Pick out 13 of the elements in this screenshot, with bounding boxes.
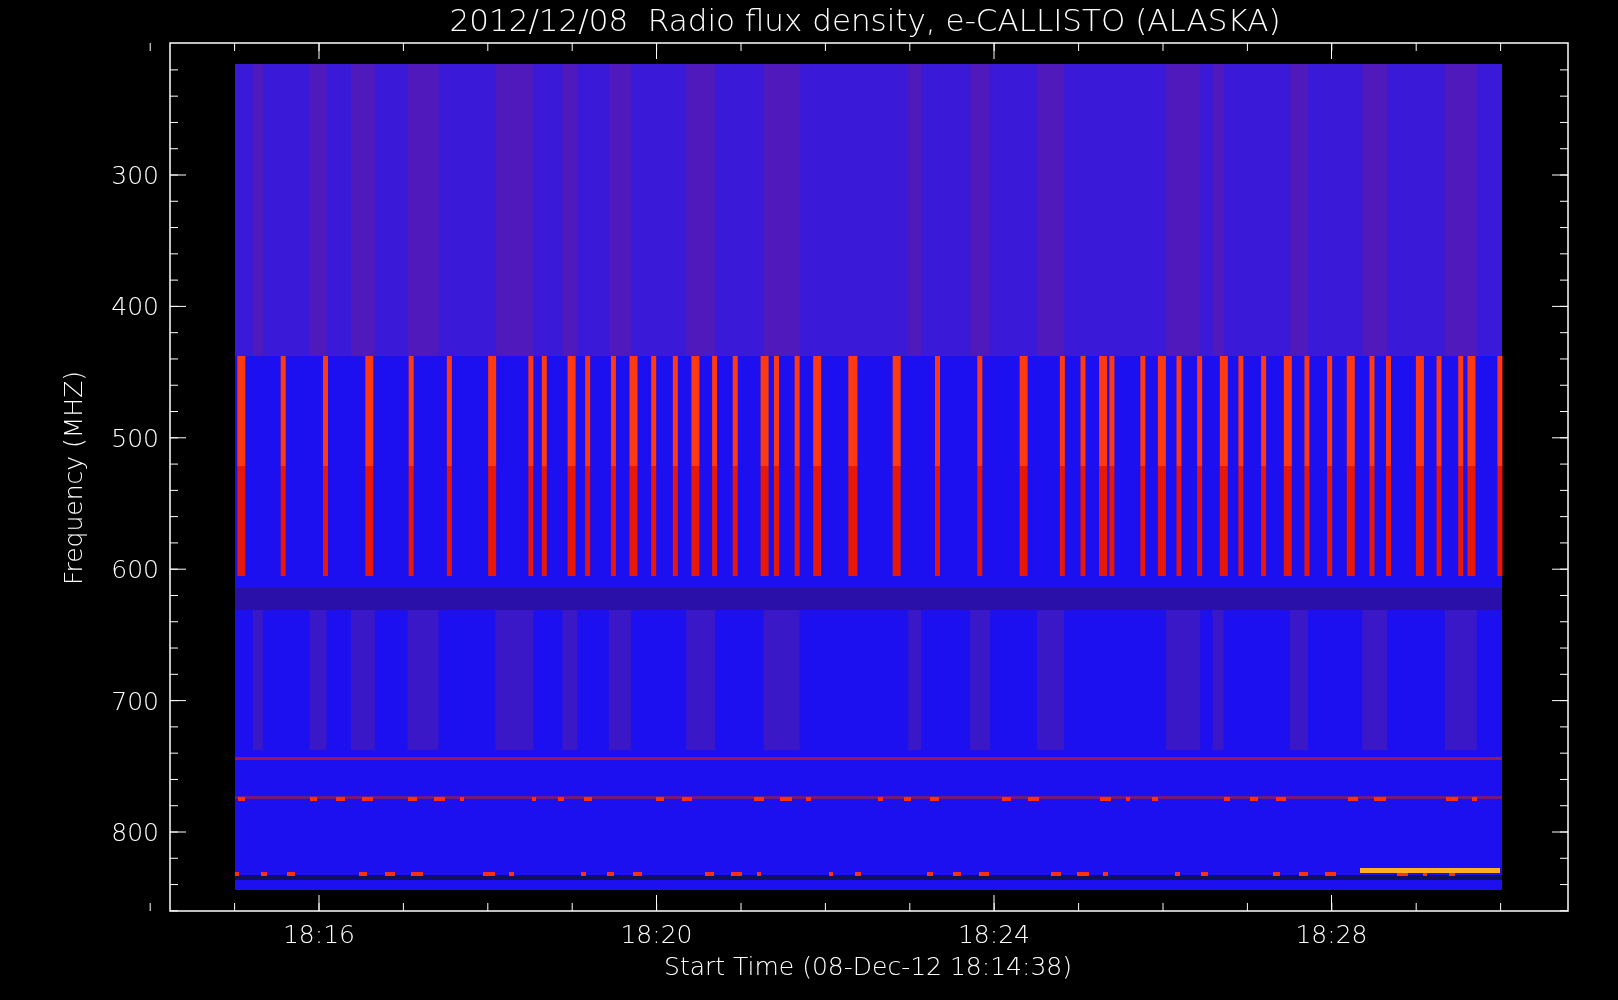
y-tick-label: 400 bbox=[111, 292, 159, 322]
x-tick-label: 18:20 bbox=[620, 920, 693, 949]
y-tick-label: 600 bbox=[111, 555, 159, 585]
plot-title: 2012/12/08 Radio flux density, e-CALLISTO (ALASKA) bbox=[449, 2, 1281, 38]
y-tick-label: 500 bbox=[111, 423, 159, 453]
y-tick-label: 700 bbox=[111, 686, 159, 716]
x-axis-label: Start Time (08-Dec-12 18:14:38) bbox=[664, 952, 1072, 981]
x-tick-label: 18:24 bbox=[958, 920, 1030, 949]
y-tick-label: 800 bbox=[111, 818, 159, 847]
y-axis-label: Frequency (MHZ) bbox=[59, 370, 88, 586]
x-tick-label: 18:28 bbox=[1295, 920, 1368, 949]
y-tick-label: 300 bbox=[111, 161, 159, 190]
x-tick-label: 18:16 bbox=[283, 920, 355, 949]
